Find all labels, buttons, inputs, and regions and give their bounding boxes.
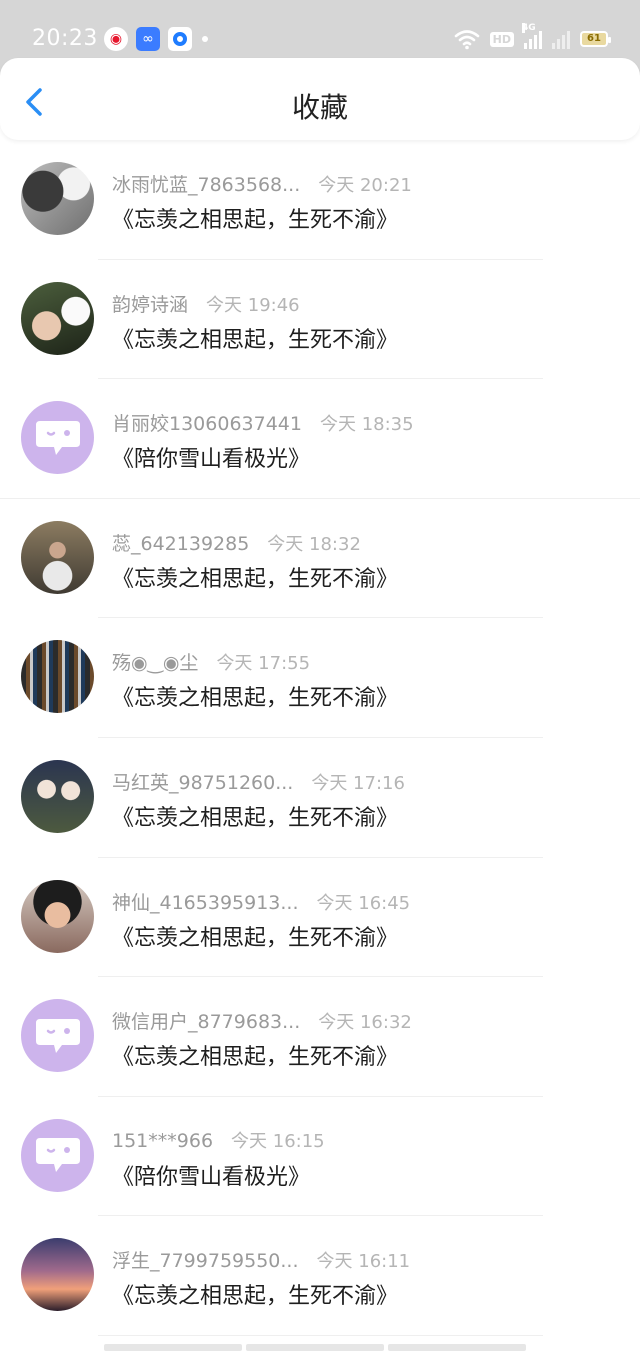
default-avatar-icon[interactable] bbox=[21, 1118, 94, 1192]
page-title: 收藏 bbox=[291, 91, 348, 124]
item-meta: 蕊_642139285 今天 18:32 bbox=[112, 529, 361, 556]
avatar[interactable] bbox=[21, 162, 94, 235]
wifi-icon bbox=[454, 30, 479, 50]
favorite-item[interactable]: 韵婷诗涵 今天 19:46 《忘羡之相思起，生死不渝》 bbox=[0, 260, 640, 380]
default-avatar-icon[interactable] bbox=[21, 999, 94, 1073]
favorite-title[interactable]: 《忘羡之相思起，生死不渝》 bbox=[112, 322, 398, 354]
hd-badge: HD bbox=[489, 31, 514, 47]
username: 韵婷诗涵 bbox=[112, 293, 189, 316]
timestamp: 今天 18:32 bbox=[267, 533, 361, 555]
status-indicators: HD 4G 61 bbox=[454, 23, 611, 50]
timestamp: 今天 17:55 bbox=[216, 653, 311, 675]
favorite-title[interactable]: 《忘羡之相思起，生死不渝》 bbox=[112, 1278, 398, 1310]
item-meta: 肖丽姣13060637441 今天 18:35 bbox=[112, 409, 414, 436]
avatar[interactable] bbox=[21, 640, 94, 714]
avatar[interactable] bbox=[21, 1238, 94, 1312]
favorite-item[interactable]: 马红英_98751260... 今天 17:16 《忘羡之相思起，生死不渝》 bbox=[0, 738, 640, 858]
favorite-title[interactable]: 《忘羡之相思起，生死不渝》 bbox=[112, 680, 398, 712]
timestamp: 今天 20:21 bbox=[318, 175, 412, 196]
avatar[interactable] bbox=[21, 759, 94, 833]
item-meta: 殇◉‿◉尘 今天 17:55 bbox=[112, 648, 310, 675]
timestamp: 今天 19:46 bbox=[206, 294, 300, 316]
timestamp: 今天 17:16 bbox=[311, 772, 405, 794]
bottom-toolbar-edge bbox=[104, 1344, 526, 1351]
timestamp: 今天 16:45 bbox=[316, 892, 411, 914]
timestamp: 今天 16:32 bbox=[318, 1012, 412, 1034]
item-meta: 马红英_98751260... 今天 17:16 bbox=[112, 768, 405, 795]
weibo-icon: ◉ bbox=[104, 27, 128, 51]
infinity-app-icon: ∞ bbox=[136, 27, 160, 51]
favorite-item[interactable]: 神仙_4165395913... 今天 16:45 《忘羡之相思起，生死不渝》 bbox=[0, 858, 640, 978]
timestamp: 今天 18:35 bbox=[319, 414, 414, 436]
username: 冰雨忧蓝_7863568... bbox=[112, 174, 301, 196]
default-avatar-icon[interactable] bbox=[21, 401, 94, 475]
notification-dot-icon bbox=[202, 36, 208, 42]
divider bbox=[98, 1334, 543, 1336]
battery-level: 61 bbox=[587, 33, 601, 44]
username: 神仙_4165395913... bbox=[112, 891, 299, 914]
item-meta: 神仙_4165395913... 今天 16:45 bbox=[112, 888, 410, 915]
status-app-icons: ◉ ∞ bbox=[104, 27, 208, 51]
favorite-item[interactable]: 微信用户_8779683... 今天 16:32 《忘羡之相思起，生死不渝》 bbox=[0, 977, 640, 1097]
timestamp: 今天 16:15 bbox=[231, 1130, 325, 1152]
battery-icon: 61 bbox=[580, 31, 611, 47]
username: 蕊_642139285 bbox=[112, 532, 250, 555]
nav-bar: 收藏 bbox=[0, 58, 640, 140]
favorite-title[interactable]: 《忘羡之相思起，生死不渝》 bbox=[112, 920, 398, 952]
item-meta: 151***966 今天 16:15 bbox=[112, 1127, 325, 1153]
username: 肖丽姣13060637441 bbox=[112, 413, 302, 436]
signal-4g-icon: 4G bbox=[522, 23, 542, 49]
username: 马红英_98751260... bbox=[112, 771, 294, 794]
favorite-title[interactable]: 《忘羡之相思起，生死不渝》 bbox=[112, 561, 398, 593]
username: 151***966 bbox=[112, 1129, 214, 1152]
avatar[interactable] bbox=[21, 879, 94, 953]
username: 微信用户_8779683... bbox=[112, 1011, 301, 1034]
favorite-title[interactable]: 《忘羡之相思起，生死不渝》 bbox=[112, 800, 398, 832]
timestamp: 今天 16:11 bbox=[316, 1251, 411, 1273]
favorite-item[interactable]: 蕊_642139285 今天 18:32 《忘羡之相思起，生死不渝》 bbox=[0, 499, 640, 619]
favorite-title[interactable]: 《陪你雪山看极光》 bbox=[112, 441, 310, 473]
favorite-title[interactable]: 《陪你雪山看极光》 bbox=[112, 1159, 310, 1191]
username: 浮生_7799759550... bbox=[112, 1250, 299, 1273]
signal-empty-icon bbox=[552, 29, 570, 49]
item-meta: 微信用户_8779683... 今天 16:32 bbox=[112, 1007, 412, 1034]
favorite-item[interactable]: 肖丽姣13060637441 今天 18:35 《陪你雪山看极光》 bbox=[0, 379, 640, 499]
favorite-item[interactable]: 殇◉‿◉尘 今天 17:55 《忘羡之相思起，生死不渝》 bbox=[0, 618, 640, 738]
status-time: 20:23 bbox=[32, 26, 98, 51]
item-meta: 冰雨忧蓝_7863568... 今天 20:21 bbox=[112, 170, 412, 197]
favorites-list: 冰雨忧蓝_7863568... 今天 20:21 《忘羡之相思起，生死不渝》 韵婷诗涵… bbox=[0, 140, 640, 1336]
favorite-title[interactable]: 《忘羡之相思起，生死不渝》 bbox=[112, 1039, 398, 1071]
username: 殇◉‿◉尘 bbox=[112, 652, 199, 675]
favorite-item[interactable]: 浮生_7799759550... 今天 16:11 《忘羡之相思起，生死不渝》 bbox=[0, 1216, 640, 1336]
favorite-title[interactable]: 《忘羡之相思起，生死不渝》 bbox=[112, 202, 398, 234]
blue-ring-app-icon bbox=[168, 27, 192, 51]
item-meta: 韵婷诗涵 今天 19:46 bbox=[112, 290, 300, 317]
favorite-item[interactable]: 冰雨忧蓝_7863568... 今天 20:21 《忘羡之相思起，生死不渝》 bbox=[0, 140, 640, 260]
item-meta: 浮生_7799759550... 今天 16:11 bbox=[112, 1246, 410, 1273]
favorite-item[interactable]: 151***966 今天 16:15 《陪你雪山看极光》 bbox=[0, 1097, 640, 1217]
avatar[interactable] bbox=[21, 520, 94, 594]
avatar[interactable] bbox=[21, 281, 94, 355]
